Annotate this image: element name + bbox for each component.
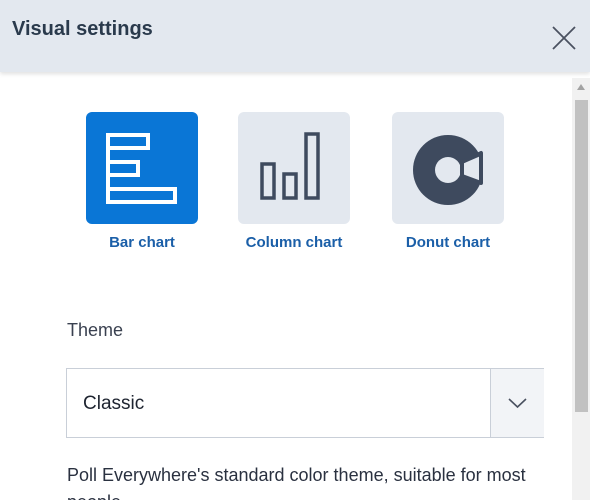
chart-option-label: Donut chart xyxy=(405,234,491,251)
chart-option-column[interactable]: Column chart xyxy=(238,112,350,262)
bar-chart-icon xyxy=(106,133,177,204)
theme-label: Theme xyxy=(67,320,124,340)
chart-option-label: Column chart xyxy=(245,234,343,251)
panel-header: Visual settings xyxy=(0,0,590,72)
donut-chart-icon xyxy=(413,135,490,205)
close-button[interactable] xyxy=(550,24,578,52)
column-chart-icon xyxy=(260,132,320,200)
scroll-up-arrow-icon[interactable] xyxy=(577,84,585,90)
visual-settings-panel: Visual settings Bar chart Column chart D… xyxy=(0,0,590,500)
donut-chart-tile[interactable] xyxy=(392,112,504,224)
chart-option-donut[interactable]: Donut chart xyxy=(392,112,504,262)
theme-dropdown-button[interactable] xyxy=(490,369,544,437)
panel-title: Visual settings xyxy=(12,18,153,40)
bar-chart-tile[interactable] xyxy=(86,112,198,224)
chevron-down-icon xyxy=(508,398,527,409)
close-icon xyxy=(552,26,576,50)
theme-description: Poll Everywhere's standard color theme, … xyxy=(67,465,526,500)
scrollbar[interactable] xyxy=(572,78,590,500)
chart-option-label: Bar chart xyxy=(109,234,175,251)
scrollbar-thumb[interactable] xyxy=(575,100,588,412)
theme-select[interactable]: Classic xyxy=(66,368,544,438)
theme-selected-value: Classic xyxy=(83,393,145,414)
chart-option-bar[interactable]: Bar chart xyxy=(86,112,198,262)
column-chart-tile[interactable] xyxy=(238,112,350,224)
